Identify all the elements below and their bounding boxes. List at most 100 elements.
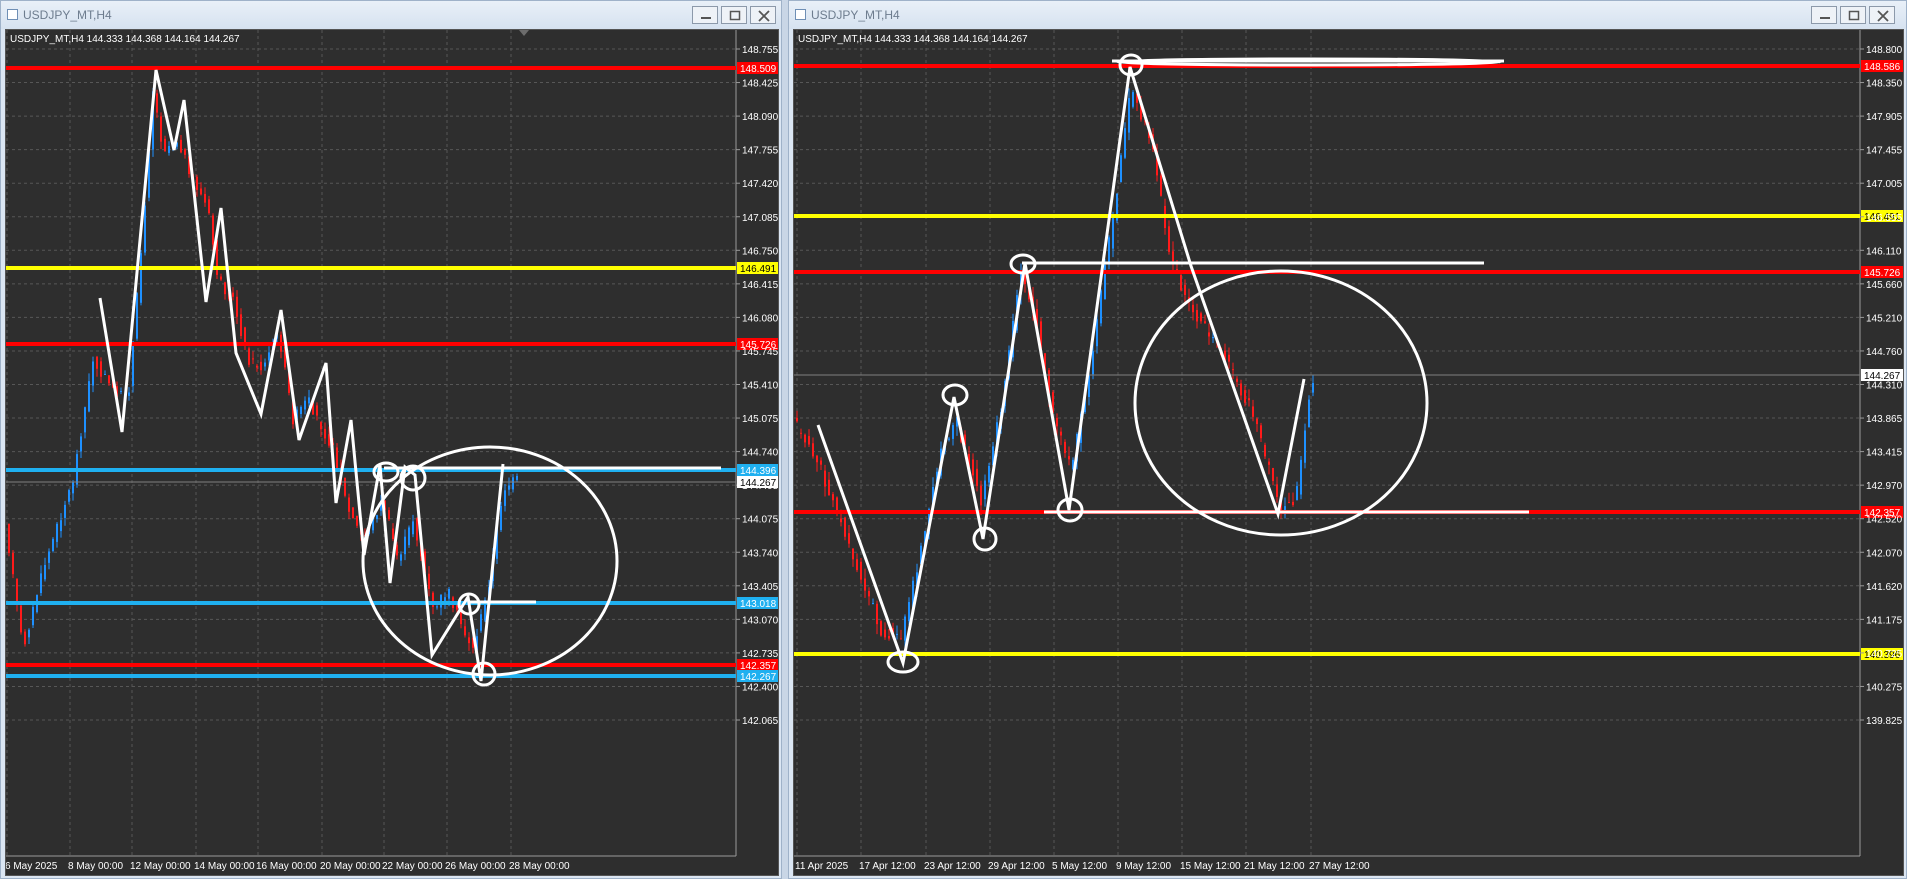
candle-body [20, 605, 22, 633]
candle-body [140, 253, 142, 303]
minimize-button[interactable] [692, 6, 718, 24]
candle-body [344, 477, 346, 496]
candle-body [204, 193, 206, 203]
minimize-icon [1820, 17, 1830, 19]
candle-body [508, 485, 510, 490]
candle-body [316, 405, 318, 416]
time-tick-label: 20 May 00:00 [320, 861, 381, 872]
candle-body [904, 616, 906, 641]
left-chart-shift-marker[interactable] [519, 30, 529, 36]
candle-body [212, 215, 214, 245]
candle-body [352, 507, 354, 519]
right-chart-window[interactable]: USDJPY_MT,H4 148.586 146.491 145.726 142.35… [788, 0, 1907, 879]
candle-body [1276, 484, 1278, 497]
left-price-chart[interactable]: 148.509 146.491 145.726 144.396 143.018 142.3… [5, 29, 779, 876]
time-tick-label: 16 May 00:00 [256, 861, 317, 872]
candle-body [1056, 417, 1058, 427]
candle-body [108, 375, 110, 384]
candle-body [1308, 399, 1310, 428]
time-tick-label: 5 May 12:00 [1052, 861, 1107, 872]
left-chart-window[interactable]: USDJPY_MT,H4 148.509 146.491 145.726 144.39… [0, 0, 782, 879]
candle-body [240, 314, 242, 336]
price-tick-label: 142.070 [1866, 548, 1903, 559]
maximize-icon [1848, 10, 1860, 21]
price-tick-label: 146.415 [742, 280, 779, 291]
candle-body [980, 485, 982, 506]
right-title-bar[interactable]: USDJPY_MT,H4 [789, 1, 1906, 29]
price-tick-label: 147.905 [1866, 112, 1903, 123]
time-tick-label: 26 May 00:00 [445, 861, 506, 872]
time-tick-label: 28 May 00:00 [509, 861, 570, 872]
candle-body [1228, 354, 1230, 362]
candle-body [976, 468, 978, 486]
close-button[interactable] [750, 6, 776, 24]
candle-body [816, 455, 818, 463]
candle-body [808, 436, 810, 445]
candle-body [504, 490, 506, 506]
price-tick-label: 142.520 [1866, 515, 1903, 526]
candle-body [80, 436, 82, 452]
left-title-bar[interactable]: USDJPY_MT,H4 [1, 1, 781, 29]
minimize-button[interactable] [1811, 6, 1837, 24]
candle-body [1288, 501, 1290, 503]
candle-body [268, 352, 270, 361]
time-tick-label: 11 Apr 2025 [795, 861, 849, 872]
candle-body [180, 139, 182, 153]
candle-body [56, 523, 58, 542]
candle-body [1096, 319, 1098, 347]
candle-body [1192, 304, 1194, 313]
candle-body [348, 497, 350, 512]
price-tick-label: 147.420 [742, 179, 779, 190]
price-tick-label: 145.410 [742, 381, 779, 392]
maximize-button[interactable] [1840, 6, 1866, 24]
candle-body [988, 465, 990, 483]
candle-body [120, 390, 122, 392]
price-tick-label: 148.425 [742, 79, 779, 90]
close-icon [1877, 10, 1889, 22]
right-price-chart[interactable]: 148.586 146.491 145.726 142.357 140.396 148.8… [793, 29, 1904, 876]
maximize-icon [729, 10, 741, 21]
candle-body [160, 116, 162, 142]
price-tick-label: 142.970 [1866, 481, 1903, 492]
time-tick-label: 8 May 00:00 [68, 861, 123, 872]
candle-body [40, 573, 42, 594]
price-tick-label: 139.825 [1866, 716, 1903, 727]
candle-body [84, 407, 86, 433]
right-chart-canvas[interactable]: 148.586146.491145.726142.357140.396148.8… [794, 30, 1904, 876]
price-tick-label: 147.455 [1866, 146, 1903, 157]
candle-body [984, 480, 986, 500]
candle-body [804, 434, 806, 443]
price-tick-label: 148.090 [742, 112, 779, 123]
candle-body [248, 348, 250, 365]
candle-body [408, 527, 410, 546]
price-tick-label: 144.310 [1866, 381, 1903, 392]
price-tick-label: 143.865 [1866, 414, 1903, 425]
candle-body [336, 447, 338, 470]
candle-body [1064, 441, 1066, 454]
current-price-label: 144.267 [740, 478, 777, 489]
candle-body [24, 631, 26, 645]
candle-body [308, 397, 310, 404]
left-chart-canvas[interactable]: 148.509146.491145.726144.396143.018142.3… [6, 30, 779, 876]
candle-body [512, 477, 514, 490]
price-tick-label: 140.725 [1866, 649, 1903, 660]
candle-body [1180, 274, 1182, 291]
candle-body [412, 521, 414, 535]
candle-body [1208, 332, 1210, 337]
price-tick-label: 145.745 [742, 347, 779, 358]
time-tick-label: 23 Apr 12:00 [924, 861, 981, 872]
candle-body [1272, 467, 1274, 482]
candle-body [328, 434, 330, 446]
price-tick-label: 146.555 [1866, 213, 1903, 224]
candle-body [840, 518, 842, 523]
candle-body [1268, 461, 1270, 465]
candle-body [1260, 425, 1262, 439]
maximize-button[interactable] [721, 6, 747, 24]
candle-body [68, 490, 70, 502]
candle-body [880, 621, 882, 636]
close-button[interactable] [1869, 6, 1895, 24]
time-tick-label: 21 May 12:00 [1244, 861, 1305, 872]
candle-body [848, 533, 850, 544]
candle-body [208, 199, 210, 214]
candle-body [28, 629, 30, 638]
